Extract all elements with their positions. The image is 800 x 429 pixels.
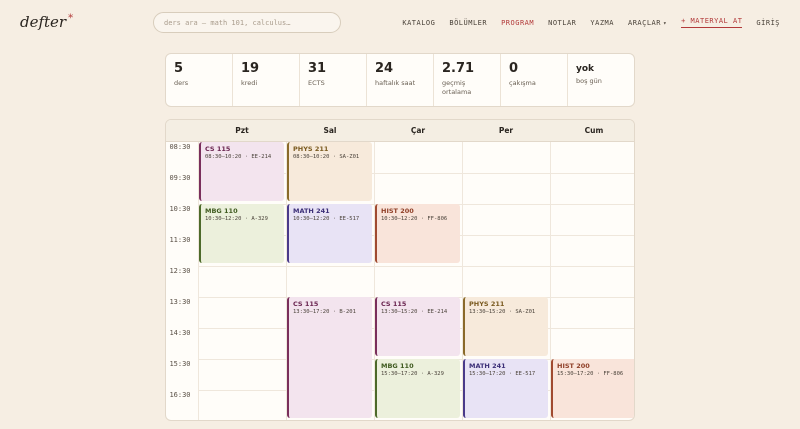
day-header: Per [498, 126, 514, 135]
stat-value: 19 [241, 61, 260, 76]
stat-card: 0 çakışma [501, 54, 568, 106]
stats-panel: 5 ders 19 kredi 31 ECTS 24 haftalık saat 2.71 geç… [165, 53, 635, 107]
time-label: 09:30 [169, 174, 191, 182]
day-header: Cum [584, 126, 604, 135]
course-time-room: 08:30–10:20 · SA-Z01 [293, 154, 360, 160]
stat-label: haftalık saat [375, 79, 416, 87]
course-block[interactable]: PHYS 211 08:30–10:20 · SA-Z01 [287, 142, 372, 201]
main-nav: KATALOG BÖLÜMLER PROGRAM NOTLAR YAZMA ARAÇLAR… [388, 17, 780, 28]
nav-item-2[interactable]: PROGRAM [501, 19, 534, 27]
day-header: Sal [323, 126, 337, 135]
course-block[interactable]: PHYS 211 13:30–15:20 · SA-Z01 [463, 297, 548, 356]
nav-item-4[interactable]: YAZMA [590, 19, 614, 27]
course-time-room: 08:30–10:20 · EE-214 [205, 154, 272, 160]
nav-item-7[interactable]: GİRİŞ [756, 19, 780, 27]
nav-item-label: ARAÇLAR [627, 18, 661, 27]
stat-card: 24 haftalık saat [367, 54, 434, 106]
course-block[interactable]: CS 115 13:30–15:20 · EE-214 [375, 297, 460, 356]
calendar-header: Pzt Sal Çar Per Cum [166, 120, 634, 142]
course-code: MATH 241 [469, 362, 506, 370]
nav-item-6[interactable]: + MATERYAL AT [681, 17, 743, 28]
course-code: MBG 110 [205, 207, 238, 215]
nav-item-5[interactable]: ARAÇLAR ▾ [628, 19, 667, 27]
course-block[interactable]: MBG 110 10:30–12:20 · A-329 [199, 204, 284, 263]
stat-card: 2.71 geçmiş ortalama [434, 54, 501, 106]
search-input[interactable] [153, 12, 341, 33]
stat-card: 31 ECTS [300, 54, 367, 106]
day-header: Pzt [235, 126, 249, 135]
nav-item-label: PROGRAM [501, 18, 535, 27]
stat-label: çakışma [509, 79, 536, 87]
course-block[interactable]: HIST 200 10:30–12:20 · FF-806 [375, 204, 460, 263]
stat-label: kredi [241, 79, 258, 87]
time-label: 10:30 [169, 205, 191, 213]
time-label: 14:30 [169, 329, 191, 337]
course-code: CS 115 [381, 300, 407, 308]
course-block[interactable]: MATH 241 10:30–12:20 · EE-517 [287, 204, 372, 263]
course-time-room: 15:30–17:20 · A-329 [381, 371, 444, 377]
course-block[interactable]: CS 115 08:30–10:20 · EE-214 [199, 142, 284, 201]
stat-value: 5 [174, 61, 184, 76]
course-block[interactable]: HIST 200 15:30–17:20 · FF-806 [551, 359, 634, 418]
chevron-down-icon: ▾ [663, 19, 668, 27]
stat-card: 5 ders [166, 54, 233, 106]
course-time-room: 10:30–12:20 · EE-517 [293, 216, 360, 222]
weekly-schedule: Pzt Sal Çar Per Cum 08:30 09:30 10:30 11:30 12:3… [165, 119, 635, 421]
logo-mark-icon: * [68, 13, 74, 24]
time-label: 08:30 [169, 143, 191, 151]
nav-item-1[interactable]: BÖLÜMLER [449, 19, 487, 27]
stat-value: 24 [375, 61, 394, 76]
course-time-room: 10:30–12:20 · FF-806 [381, 216, 448, 222]
nav-item-label: BÖLÜMLER [449, 18, 488, 27]
time-label: 12:30 [169, 267, 191, 275]
stat-value: 31 [308, 61, 327, 76]
course-code: PHYS 211 [469, 300, 505, 308]
time-label: 16:30 [169, 391, 191, 399]
stat-card: 19 kredi [233, 54, 300, 106]
course-code: CS 115 [293, 300, 319, 308]
stat-value: 2.71 [442, 61, 475, 76]
course-code: PHYS 211 [293, 145, 329, 153]
nav-item-label: + MATERYAL AT [681, 17, 743, 25]
logo-text: defter [20, 13, 67, 31]
course-code: MATH 241 [293, 207, 330, 215]
course-code: HIST 200 [381, 207, 414, 215]
nav-item-label: YAZMA [590, 18, 614, 27]
stat-value: yok [576, 64, 595, 74]
course-time-room: 10:30–12:20 · A-329 [205, 216, 268, 222]
stat-value: 0 [509, 61, 519, 76]
course-time-room: 13:30–17:20 · B-201 [293, 309, 356, 315]
stat-label: ECTS [308, 79, 325, 87]
nav-item-label: KATALOG [402, 18, 436, 27]
stat-label: ders [174, 79, 189, 87]
course-time-room: 13:30–15:20 · SA-Z01 [469, 309, 536, 315]
nav-item-label: NOTLAR [548, 18, 577, 27]
time-label: 11:30 [169, 236, 191, 244]
logo[interactable]: defter * [20, 13, 73, 31]
course-code: MBG 110 [381, 362, 414, 370]
stat-card: yok boş gün [568, 54, 634, 106]
course-code: CS 115 [205, 145, 231, 153]
nav-item-0[interactable]: KATALOG [402, 19, 435, 27]
stat-label: geçmiş ortalama [442, 79, 472, 96]
time-label: 15:30 [169, 360, 191, 368]
course-time-room: 13:30–15:20 · EE-214 [381, 309, 448, 315]
course-time-room: 15:30–17:20 · EE-517 [469, 371, 536, 377]
hour-divider [198, 266, 634, 267]
course-block[interactable]: MBG 110 15:30–17:20 · A-329 [375, 359, 460, 418]
stat-label: boş gün [576, 77, 602, 85]
course-block[interactable]: CS 115 13:30–17:20 · B-201 [287, 297, 372, 418]
course-time-room: 15:30–17:20 · FF-806 [557, 371, 624, 377]
course-block[interactable]: MATH 241 15:30–17:20 · EE-517 [463, 359, 548, 418]
day-header: Çar [410, 126, 426, 135]
nav-item-label: GİRİŞ [756, 18, 780, 27]
nav-item-3[interactable]: NOTLAR [548, 19, 576, 27]
time-label: 13:30 [169, 298, 191, 306]
course-code: HIST 200 [557, 362, 590, 370]
